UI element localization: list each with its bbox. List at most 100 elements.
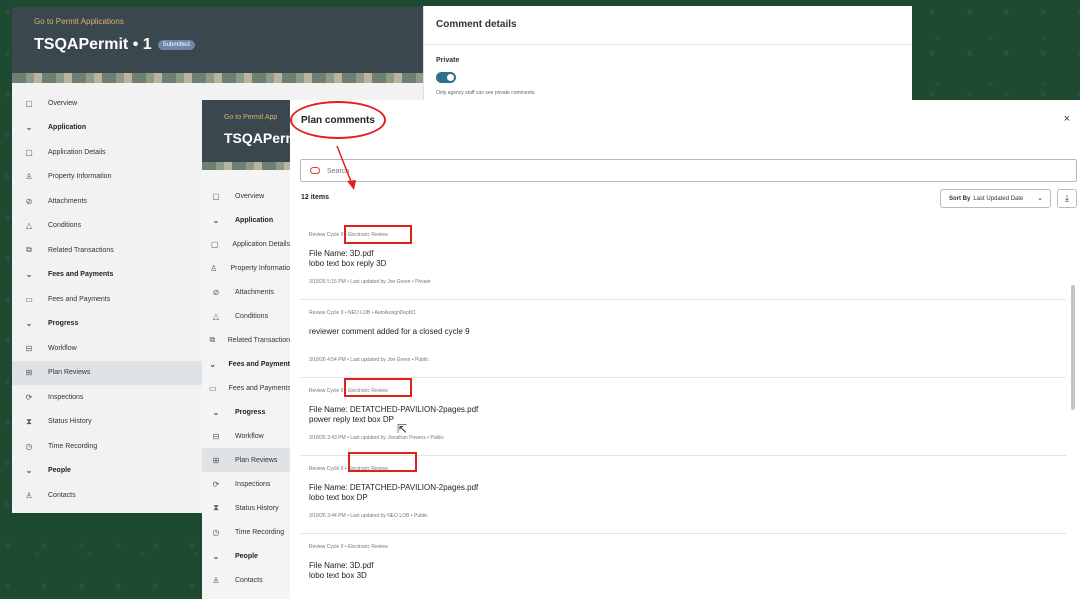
history-icon: ⧗	[26, 416, 32, 426]
sidebar-item[interactable]: ⌄ People	[202, 544, 290, 568]
inspection-icon: ⟳	[25, 392, 33, 402]
sidebar-item-label: Overview	[235, 192, 265, 200]
chevron-down-icon: ⌄	[25, 270, 33, 280]
sidebar-item[interactable]: ⟳ Inspections	[202, 472, 290, 496]
sidebar-item-label: Status History	[48, 418, 92, 426]
history-icon: ⧗	[213, 503, 219, 512]
warning-icon: △	[25, 221, 33, 231]
annotation-box	[344, 225, 412, 244]
sidebar-item-label: Fees and Payments	[48, 295, 111, 303]
search-icon	[310, 167, 320, 174]
chevron-down-icon: ⌄	[25, 123, 33, 133]
chevron-down-icon: ⌄	[25, 466, 33, 476]
comment-meta: Review Cycle 9 • NEO LOB • AutoAssignDep…	[309, 310, 416, 316]
comment-list: Review Cycle 9 • Electronic Review File N…	[300, 222, 1066, 599]
workflow-icon: ⊟	[212, 431, 220, 441]
annotation-box	[344, 378, 412, 397]
clock-icon: ◷	[25, 441, 33, 451]
sidebar-item-label: Contacts	[235, 576, 263, 584]
chevron-down-icon: ⌄	[1037, 195, 1043, 202]
plan-review-icon: ⊞	[25, 368, 33, 378]
chevron-down-icon: ⌄	[209, 359, 217, 369]
annotation-arrow	[336, 145, 356, 190]
contact-icon: ♙	[25, 490, 33, 500]
warning-icon: △	[212, 311, 220, 321]
sidebar-item-label: Application Details	[48, 148, 106, 156]
sort-value: Last Updated Date	[973, 195, 1024, 202]
sidebar-item[interactable]: ⊘ Attachments	[202, 280, 290, 304]
sidebar-item-label: Progress	[48, 320, 79, 328]
sidebar-item-label: Property Informatio	[230, 264, 290, 272]
divider	[424, 44, 912, 45]
attachment-icon: ⊘	[212, 287, 220, 297]
related-icon: ⧉	[26, 245, 32, 255]
page-title: TSQAPermit • 1 Submitted	[34, 36, 438, 54]
sidebar-item[interactable]: ⌄ Fees and Payment	[202, 352, 290, 376]
item-count: 12 items	[301, 194, 330, 201]
comment-meta: Review Cycle 9 • Electronic Review	[309, 544, 388, 550]
sidebar-item-label: Plan Reviews	[48, 369, 91, 377]
comment-footer: 3/18/26 4:54 PM • Last updated by Joe Gr…	[309, 357, 429, 363]
sidebar-item-label: Time Recording	[48, 442, 98, 450]
document-icon: ▢	[210, 239, 219, 249]
sidebar-item[interactable]: ⊞ Plan Reviews	[202, 448, 290, 472]
sidebar-item[interactable]: ♙ Contacts	[202, 568, 290, 592]
scrollbar[interactable]	[1071, 285, 1075, 410]
sidebar-item-label: Inspections	[48, 393, 84, 401]
annotation-ellipse	[290, 101, 386, 139]
sidebar-item-label: Inspections	[235, 480, 271, 488]
sidebar-item-label: Conditions	[235, 312, 269, 320]
application-header: Go to Permit Applications TSQAPermit • 1…	[12, 7, 460, 73]
property-icon: ♙	[210, 263, 218, 273]
sidebar-item-label: Conditions	[48, 222, 82, 230]
comment-card[interactable]: Review Cycle 9 • Electronic Review File N…	[300, 534, 1066, 599]
comment-card[interactable]: Review Cycle 9 • NEO LOB • AutoAssignDep…	[300, 300, 1066, 378]
sidebar-item[interactable]: ▢ Application Details	[202, 232, 290, 256]
header-decoration-2	[202, 162, 290, 170]
search-input[interactable]	[327, 164, 727, 178]
status-badge: Submitted	[157, 40, 195, 50]
sidebar-item-label: Plan Reviews	[235, 456, 278, 464]
sidebar-item-label: Attachments	[48, 197, 87, 205]
sidebar-item[interactable]: ♙ Property Informatio	[202, 256, 290, 280]
back-to-permit-applications-link[interactable]: Go to Permit Applications	[34, 17, 438, 26]
inspection-icon: ⟳	[212, 479, 220, 489]
comment-footer: 3/18/26 3:43 PM • Last updated by Jonath…	[309, 435, 444, 441]
sidebar-item-label: Property Information	[48, 173, 112, 181]
sidebar-item-label: Related Transactions	[48, 246, 114, 254]
search-box[interactable]	[300, 159, 1077, 182]
sidebar-nav-2: ▢ Overview ⌄ Application ▢ Application Detail…	[202, 170, 290, 592]
comment-file-name: reviewer comment added for a closed cycl…	[309, 327, 470, 336]
private-toggle[interactable]	[436, 72, 456, 83]
sidebar-item[interactable]: ⌄ Application	[202, 208, 290, 232]
header-decoration	[12, 73, 460, 83]
property-icon: ♙	[25, 172, 33, 182]
back-to-permit-applications-link-2[interactable]: Go to Permit App	[224, 114, 290, 121]
comment-text: lobo text box DP	[309, 493, 368, 502]
private-help-text: Only agency staff can see private commen…	[436, 90, 536, 96]
related-icon: ⧉	[209, 335, 216, 344]
sidebar-item-label: Fees and Payments	[228, 384, 290, 392]
sidebar-item[interactable]: ⌄ Progress	[202, 400, 290, 424]
sidebar-item[interactable]: △ Conditions	[202, 304, 290, 328]
comment-card[interactable]: Review Cycle 9 • Electronic Review File N…	[300, 378, 1066, 456]
sidebar-item[interactable]: ▢ Overview	[202, 184, 290, 208]
chevron-down-icon: ⌄	[212, 407, 220, 417]
download-icon[interactable]: ⤓	[1057, 189, 1077, 208]
sidebar-item[interactable]: ⧗ Status History	[202, 496, 290, 520]
chevron-down-icon: ⌄	[212, 551, 220, 561]
comment-text: power reply text box DP	[309, 415, 394, 424]
private-label: Private	[436, 57, 460, 64]
sidebar-item[interactable]: ⧉ Related Transaction	[202, 328, 291, 352]
sidebar-item[interactable]: ◷ Time Recording	[202, 520, 290, 544]
close-icon[interactable]: ×	[1064, 113, 1070, 125]
sidebar-item[interactable]: ⊟ Workflow	[202, 424, 290, 448]
comment-file-name: File Name: 3D.pdf	[309, 249, 374, 258]
comment-details-title: Comment details	[436, 19, 517, 30]
comment-footer: 3/18/26 3:44 PM • Last updated by NEO LO…	[309, 513, 428, 519]
sort-dropdown[interactable]: Sort By Last Updated Date ⌄	[940, 189, 1051, 208]
sidebar-item[interactable]: ▭ Fees and Payments	[202, 376, 290, 400]
permit-title-2: TSQAPerm	[224, 130, 290, 146]
comment-card[interactable]: Review Cycle 9 • Electronic Review File N…	[300, 222, 1066, 300]
document-icon: ▢	[25, 147, 33, 157]
